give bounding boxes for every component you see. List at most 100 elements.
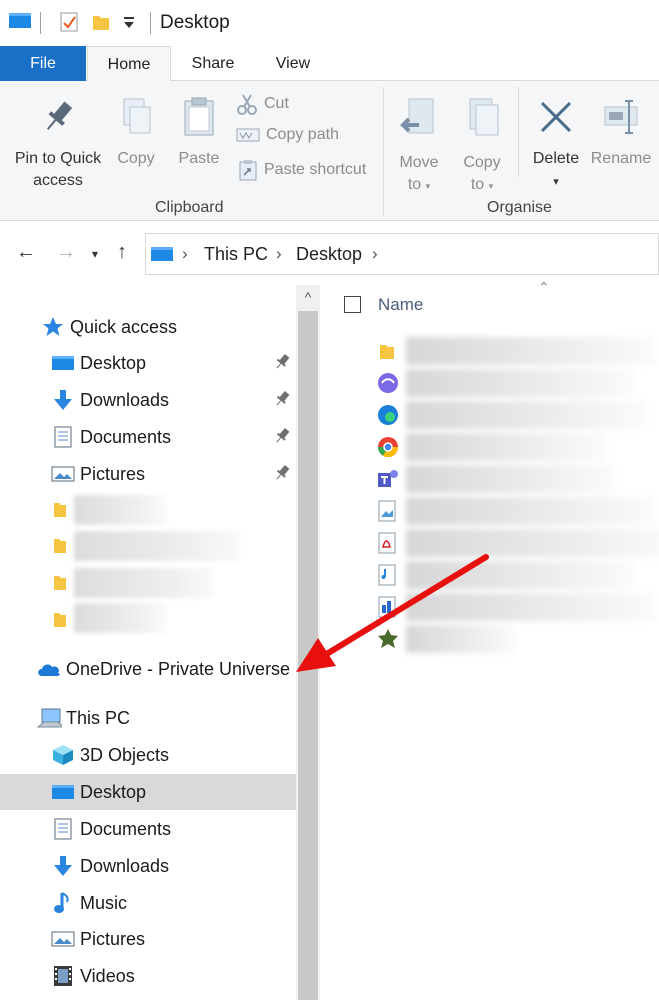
clipboard-group-label: Clipboard	[155, 199, 224, 216]
pdf-file-icon	[376, 531, 400, 555]
star-icon	[40, 316, 66, 338]
file-row[interactable]	[376, 335, 656, 367]
nav-pc-videos[interactable]: Videos	[0, 958, 296, 994]
scrollbar-thumb[interactable]	[298, 311, 318, 1000]
nav-pc-pictures-label: Pictures	[80, 928, 146, 949]
title-bar: Desktop	[0, 0, 659, 46]
file-row[interactable]	[376, 591, 656, 623]
nav-onedrive[interactable]: OneDrive - Private Universe	[0, 651, 296, 687]
desktop-icon	[50, 352, 76, 374]
nav-pc-music-label: Music	[80, 892, 128, 913]
tab-home[interactable]: Home	[87, 46, 171, 82]
nav-quick-downloads[interactable]: Downloads	[0, 382, 296, 418]
folder-icon	[376, 339, 400, 363]
recent-locations-chevron-icon[interactable]: ▾	[92, 247, 98, 261]
nav-pc-documents-label: Documents	[80, 818, 172, 839]
edge-browser-icon	[376, 403, 400, 427]
music-note-icon	[50, 892, 76, 914]
nav-pc-music[interactable]: Music	[0, 885, 296, 921]
nav-pc-documents[interactable]: Documents	[0, 811, 296, 847]
breadcrumb-desktop[interactable]: Desktop	[296, 244, 362, 265]
nav-quick-documents[interactable]: Documents	[0, 419, 296, 455]
file-row[interactable]	[376, 367, 656, 399]
customize-toolbar-dropdown-icon[interactable]	[122, 16, 136, 35]
folder-icon	[52, 535, 68, 560]
redacted-file-name	[406, 465, 616, 493]
up-arrow-icon[interactable]: ↑	[117, 241, 127, 264]
move-to-icon	[392, 97, 446, 148]
navigation-pane-scrollbar[interactable]: ^	[296, 285, 320, 1000]
file-row[interactable]	[376, 527, 659, 559]
nav-3d-objects[interactable]: 3D Objects	[0, 737, 296, 773]
select-all-checkbox[interactable]	[344, 296, 361, 313]
copy-to-button[interactable]: Copy to ▾	[455, 97, 509, 197]
nav-this-pc-label: This PC	[66, 707, 131, 728]
paste-label: Paste	[178, 150, 220, 167]
document-shortcut-icon	[376, 595, 400, 619]
file-row[interactable]	[376, 623, 656, 655]
copy-path-button[interactable]: Copy path	[236, 126, 339, 144]
cut-button[interactable]: Cut	[236, 93, 289, 115]
ribbon-home: Pin to Quick access Copy Paste Cut Copy …	[0, 81, 659, 221]
pictures-icon	[50, 928, 76, 950]
breadcrumb-chevron-icon[interactable]: ›	[372, 244, 378, 264]
back-arrow-icon[interactable]: ←	[16, 241, 36, 264]
nav-pc-desktop[interactable]: Desktop	[0, 774, 296, 810]
forward-arrow-icon[interactable]: →	[56, 241, 76, 264]
new-folder-icon[interactable]	[90, 10, 112, 39]
nav-quick-documents-label: Documents	[80, 426, 172, 447]
redacted-file-name	[406, 593, 656, 621]
rename-button[interactable]: Rename	[589, 97, 653, 170]
redacted-folder-name[interactable]	[74, 603, 166, 633]
copy-path-label: Copy path	[266, 126, 339, 143]
move-to-dropdown-icon: ▾	[425, 181, 431, 191]
nav-pc-downloads[interactable]: Downloads	[0, 848, 296, 884]
move-to-button[interactable]: Move to ▾	[392, 97, 446, 197]
column-header-name[interactable]: Name	[378, 295, 423, 315]
breadcrumb-chevron-icon[interactable]: ›	[276, 244, 282, 264]
navigation-row: ← → ▾ ↑ › This PC › Desktop ›	[0, 221, 659, 285]
breadcrumb-chevron-icon[interactable]: ›	[182, 244, 188, 264]
copy-path-icon	[236, 128, 260, 142]
nav-quick-desktop-label: Desktop	[80, 352, 147, 373]
nav-onedrive-label: OneDrive - Private Universe	[66, 658, 291, 679]
delete-button[interactable]: Delete ▾	[527, 97, 585, 193]
delete-dropdown-icon[interactable]: ▾	[553, 176, 559, 188]
paste-button[interactable]: Paste	[170, 97, 228, 170]
nav-quick-desktop[interactable]: Desktop	[0, 345, 296, 381]
pinned-icon	[274, 390, 290, 413]
file-row[interactable]	[376, 495, 656, 527]
file-row[interactable]	[376, 559, 656, 591]
desktop-icon	[50, 781, 76, 803]
tab-share[interactable]: Share	[171, 46, 255, 81]
nav-this-pc[interactable]: This PC	[0, 700, 296, 736]
file-row[interactable]	[376, 463, 656, 495]
properties-icon[interactable]	[58, 10, 80, 39]
pin-to-quick-access-button[interactable]: Pin to Quick access	[6, 97, 110, 192]
copy-button[interactable]: Copy	[110, 97, 162, 170]
file-row[interactable]	[376, 431, 656, 463]
copy-to-label-line2: to	[470, 176, 485, 193]
scissors-icon	[237, 94, 257, 115]
paste-shortcut-icon	[239, 160, 257, 181]
redacted-folder-name[interactable]	[74, 495, 166, 525]
address-bar[interactable]: › This PC › Desktop ›	[145, 233, 659, 275]
teams-app-icon	[376, 467, 400, 491]
3d-cube-icon	[50, 744, 76, 766]
breadcrumb-this-pc[interactable]: This PC	[204, 244, 268, 265]
scroll-up-arrow-icon[interactable]: ^	[296, 285, 320, 309]
redacted-folder-name[interactable]	[74, 568, 214, 598]
nav-quick-pictures[interactable]: Pictures	[0, 456, 296, 492]
tab-file[interactable]: File	[0, 46, 86, 81]
nav-pc-pictures[interactable]: Pictures	[0, 921, 296, 957]
paste-shortcut-button[interactable]: Paste shortcut	[238, 159, 366, 181]
download-arrow-icon	[50, 855, 76, 877]
nav-quick-access[interactable]: Quick access	[0, 309, 296, 345]
app-shortcut-icon	[376, 371, 400, 395]
redacted-folder-name[interactable]	[74, 531, 240, 561]
copy-to-dropdown-icon: ▾	[488, 181, 494, 191]
delete-label: Delete	[532, 150, 580, 167]
file-row[interactable]	[376, 399, 656, 431]
tab-view[interactable]: View	[255, 46, 331, 81]
chrome-browser-icon	[376, 435, 400, 459]
